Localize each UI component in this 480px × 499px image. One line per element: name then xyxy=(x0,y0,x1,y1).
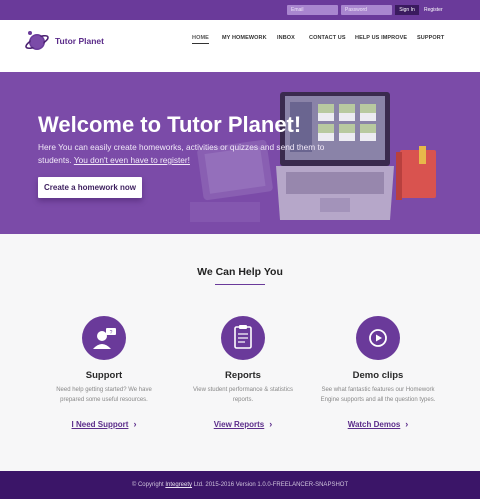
site-header: Tutor Planet HOME MY HOMEWORK INBOX CONT… xyxy=(0,20,480,72)
copyright-suffix: Ltd. 2015-2016 Version 1.0.0-FREELANCER-… xyxy=(193,482,349,488)
brand-name[interactable]: Tutor Planet xyxy=(55,36,104,46)
feature-title: Demo clips xyxy=(352,370,404,381)
planet-logo-icon[interactable] xyxy=(24,28,50,54)
copyright-prefix: © Copyright xyxy=(131,482,164,488)
hero-register-link[interactable]: You don't even have to register! xyxy=(74,155,190,165)
email-field[interactable] xyxy=(287,5,338,15)
feature-description: See what fantastic features our Homework… xyxy=(320,387,436,403)
password-field[interactable] xyxy=(341,5,392,15)
link-label[interactable]: I Need Support xyxy=(72,420,129,429)
company-link[interactable]: Integreety xyxy=(165,482,192,488)
play-icon xyxy=(356,316,400,360)
top-bar: Sign In Register xyxy=(0,0,480,20)
section-divider xyxy=(215,284,265,285)
nav-support[interactable]: SUPPORT xyxy=(417,35,444,41)
link-label[interactable]: View Reports xyxy=(214,420,265,429)
view-reports-link[interactable]: View Reports › xyxy=(178,419,308,429)
nav-inbox[interactable]: INBOX xyxy=(277,35,295,41)
clipboard-icon xyxy=(221,316,265,360)
watch-demos-link[interactable]: Watch Demos › xyxy=(313,419,443,429)
feature-description: Need help getting started? We have prepa… xyxy=(56,387,152,403)
i-need-support-link[interactable]: I Need Support › xyxy=(39,419,169,429)
create-homework-button[interactable]: Create a homework now xyxy=(38,177,142,198)
chevron-right-icon: › xyxy=(269,419,273,429)
hero-subtitle: Here You can easily create homeworks, ac… xyxy=(38,141,328,167)
site-footer: © Copyright Integreety Ltd. 2015-2016 Ve… xyxy=(0,471,480,499)
support-agent-icon: ? xyxy=(82,316,126,360)
hero-title: Welcome to Tutor Planet! xyxy=(38,112,302,137)
feature-title: Reports xyxy=(225,370,261,381)
nav-help-us-improve[interactable]: HELP US IMPROVE xyxy=(355,35,407,41)
nav-home[interactable]: HOME xyxy=(192,35,209,44)
feature-title: Support xyxy=(85,370,123,381)
feature-description: View student performance & statistics re… xyxy=(193,387,293,403)
nav-contact-us[interactable]: CONTACT US xyxy=(309,35,346,41)
svg-text:?: ? xyxy=(110,330,113,336)
chevron-right-icon: › xyxy=(405,419,409,429)
hero-banner: Welcome to Tutor Planet! Here You can ea… xyxy=(0,72,480,234)
nav-my-homework[interactable]: MY HOMEWORK xyxy=(222,35,267,41)
register-link[interactable]: Register xyxy=(424,5,443,15)
chevron-right-icon: › xyxy=(133,419,137,429)
sign-in-button[interactable]: Sign In xyxy=(395,5,419,15)
link-label[interactable]: Watch Demos xyxy=(348,420,401,429)
section-title: We Can Help You xyxy=(197,266,283,278)
